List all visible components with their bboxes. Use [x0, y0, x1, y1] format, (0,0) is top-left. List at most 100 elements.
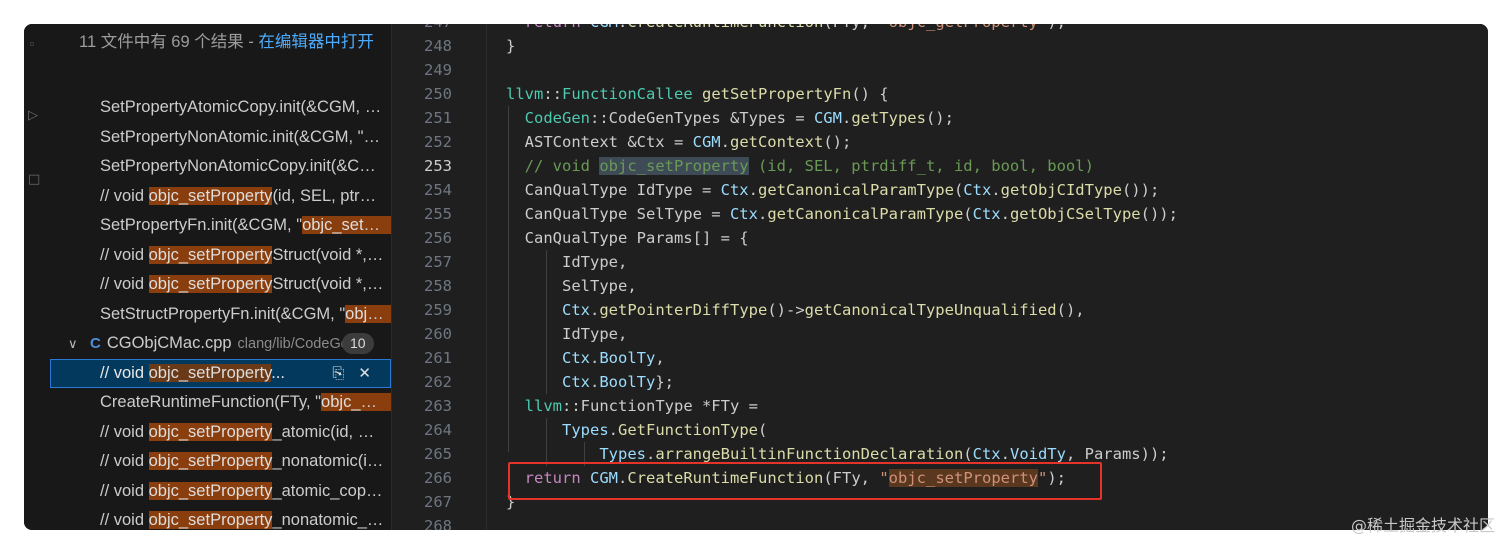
- code-token: ::FunctionType *FTy =: [562, 397, 758, 415]
- open-in-editor-link[interactable]: 在编辑器中打开: [258, 33, 374, 51]
- result-match: objc_setProperty: [321, 393, 391, 411]
- search-results-panel: 11 文件中有 69 个结果 - 在编辑器中打开 SetPropertyAtom…: [50, 24, 391, 530]
- result-match: objc_setProperty: [148, 275, 273, 293]
- code-token: Ctx: [972, 205, 1001, 223]
- line-number: 248: [424, 37, 452, 55]
- search-result[interactable]: // void objc_setProperty_nonatomic(id, S…: [50, 447, 391, 477]
- code-token: getCanonicalParamType: [767, 205, 964, 223]
- search-result[interactable]: SetPropertyNonAtomicCopy.init(&CGM, "obj…: [50, 152, 391, 182]
- editor-window: ◦ ▷ □ 11 文件中有 69 个结果 - 在编辑器中打开 SetProper…: [24, 24, 1488, 530]
- result-text: CreateRuntimeFunction(FTy, ": [100, 393, 322, 411]
- search-result[interactable]: // void objc_setProperty_nonatomic_copy(…: [50, 506, 391, 530]
- code-line[interactable]: 260 IdType,: [392, 322, 1488, 346]
- code-line[interactable]: 254 CanQualType IdType = Ctx.getCanonica…: [392, 178, 1488, 202]
- search-result[interactable]: SetPropertyNonAtomic.init(&CGM, "objc_se…: [50, 123, 391, 153]
- code-token: ());: [1140, 205, 1178, 223]
- close-icon[interactable]: ✕: [358, 365, 371, 382]
- search-result[interactable]: SetStructPropertyFn.init(&CGM, "objc_set…: [50, 300, 391, 330]
- result-match: objc_setProperty: [148, 363, 272, 382]
- code-token: .: [646, 445, 656, 463]
- code-editor[interactable]: 247 return CGM.CreateRuntimeFunction(FTy…: [392, 24, 1488, 530]
- code-line[interactable]: 263 llvm::FunctionType *FTy =: [392, 394, 1488, 418]
- code-token: getCanonicalParamType: [757, 181, 954, 199]
- line-number: 259: [424, 301, 452, 319]
- code-text: ASTContext &Ctx = CGM.getContext();: [506, 130, 852, 154]
- line-number: 265: [424, 445, 452, 463]
- code-line[interactable]: 261 Ctx.BoolTy,: [392, 346, 1488, 370]
- code-token: .: [841, 109, 852, 127]
- code-line[interactable]: 258 SelType,: [392, 274, 1488, 298]
- code-line[interactable]: 252 ASTContext &Ctx = CGM.getContext();: [392, 130, 1488, 154]
- result-text: // void: [100, 511, 149, 529]
- line-number: 255: [424, 205, 452, 223]
- code-token: .: [1000, 445, 1010, 463]
- code-token: (: [953, 181, 964, 199]
- code-token: getObjCIdType: [1000, 181, 1122, 199]
- code-line[interactable]: 253 // void objc_setProperty (id, SEL, p…: [392, 154, 1488, 178]
- result-text: _nonatomic_copy(id, SEL, id, ptrdiff_t): [272, 511, 391, 529]
- code-line[interactable]: 250 llvm::FunctionCallee getSetPropertyFn…: [392, 82, 1488, 106]
- code-text: CanQualType SelType = Ctx.getCanonicalPa…: [506, 202, 1178, 226]
- code-token: llvm: [506, 85, 544, 103]
- line-number: 252: [424, 133, 452, 151]
- code-text: // void objc_setProperty (id, SEL, ptrdi…: [506, 154, 1094, 178]
- code-token: objc_setProperty: [599, 157, 749, 175]
- code-line[interactable]: 259 Ctx.getPointerDiffType()->getCanonic…: [392, 298, 1488, 322]
- extensions-icon[interactable]: □: [28, 172, 40, 188]
- result-text: ...: [271, 363, 285, 382]
- search-result[interactable]: SetPropertyAtomicCopy.init(&CGM, "objc_s…: [50, 93, 391, 123]
- code-text: return CGM.CreateRuntimeFunction(FTy, "o…: [506, 24, 1066, 34]
- search-result[interactable]: SetPropertyFn.init(&CGM, "objc_setProper…: [50, 211, 391, 241]
- code-line[interactable]: 257 IdType,: [392, 250, 1488, 274]
- search-count-text: 11 文件中有 69 个结果 -: [79, 33, 259, 51]
- code-line[interactable]: 262 Ctx.BoolTy};: [392, 370, 1488, 394]
- code-token: CreateRuntimeFunction: [627, 24, 823, 31]
- code-token: arrangeBuiltinFunctionDeclaration: [655, 445, 964, 463]
- search-result[interactable]: // void objc_setPropertyStruct(void *, v…: [50, 270, 391, 300]
- result-text: SetPropertyFn.init(&CGM, ": [100, 216, 303, 234]
- result-text: SetPropertyAtomicCopy.init(&CGM, "objc_s…: [100, 98, 391, 116]
- code-token: ::CodeGenTypes &Types =: [590, 109, 814, 127]
- run-debug-icon[interactable]: ▷: [28, 108, 38, 124]
- code-token: CGM: [692, 133, 721, 151]
- code-text: }: [506, 34, 515, 58]
- result-match: objc_setProperty: [148, 245, 273, 264]
- replace-icon[interactable]: ⎘: [332, 365, 344, 382]
- cpp-file-icon: C: [90, 335, 101, 352]
- code-line[interactable]: 268: [392, 514, 1488, 530]
- code-line[interactable]: 248}: [392, 34, 1488, 58]
- search-result-selected[interactable]: // void objc_setProperty... ⎘ ✕: [50, 358, 391, 389]
- result-text: SetPropertyNonAtomicCopy.init(&CGM, "obj…: [100, 157, 391, 175]
- code-token: Ctx: [562, 349, 590, 367]
- code-token: SelType,: [506, 277, 637, 295]
- search-result[interactable]: CreateRuntimeFunction(FTy, "objc_setProp…: [50, 388, 391, 418]
- code-line[interactable]: 249: [392, 58, 1488, 82]
- code-token: (: [963, 205, 973, 223]
- code-token: VoidTy: [1009, 445, 1066, 463]
- chevron-down-icon[interactable]: ∨: [68, 329, 90, 359]
- result-text: // void: [100, 245, 149, 264]
- code-line[interactable]: 255 CanQualType SelType = Ctx.getCanonic…: [392, 202, 1488, 226]
- result-actions: ⎘ ✕: [318, 359, 371, 389]
- search-result[interactable]: // void objc_setProperty(id, SEL, ptrdif…: [50, 182, 391, 212]
- file-group-row[interactable]: ∨ C CGObjCMac.cpp clang/lib/CodeGen 10: [50, 329, 391, 359]
- code-line[interactable]: 264 Types.GetFunctionType(: [392, 418, 1488, 442]
- code-line[interactable]: 247 return CGM.CreateRuntimeFunction(FTy…: [392, 24, 1488, 34]
- code-token: CanQualType Params[] = {: [506, 229, 749, 247]
- code-token: llvm: [524, 397, 562, 415]
- source-control-icon[interactable]: ◦: [28, 38, 36, 54]
- code-line[interactable]: 256 CanQualType Params[] = {: [392, 226, 1488, 250]
- code-token: ());: [1121, 181, 1160, 199]
- search-result[interactable]: // void objc_setPropertyStruct(void *, v…: [50, 241, 391, 271]
- result-match: objc_setProperty: [148, 422, 273, 441]
- result-count-badge: 10: [342, 333, 374, 354]
- line-number: 266: [424, 469, 452, 487]
- search-result[interactable]: // void objc_setProperty_atomic(id, SEL,…: [50, 418, 391, 448]
- code-line[interactable]: 251 CodeGen::CodeGenTypes &Types = CGM.g…: [392, 106, 1488, 130]
- code-token: .: [720, 133, 730, 151]
- line-number: 250: [424, 85, 452, 103]
- code-text: CanQualType Params[] = {: [506, 226, 749, 250]
- search-result[interactable]: // void objc_setProperty_atomic_copy(id,…: [50, 477, 391, 507]
